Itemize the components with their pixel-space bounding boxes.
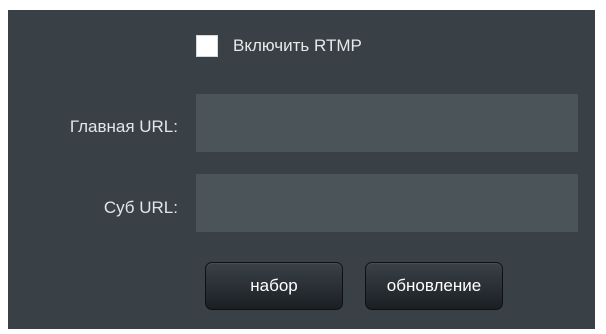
enable-rtmp-checkbox[interactable] <box>196 35 218 57</box>
set-button[interactable]: набор <box>205 262 343 310</box>
sub-url-input[interactable] <box>196 174 578 232</box>
main-url-label: Главная URL: <box>69 117 178 136</box>
sub-url-label: Суб URL: <box>103 198 178 217</box>
main-url-input[interactable] <box>196 94 578 152</box>
enable-rtmp-row: Включить RTMP <box>196 34 362 58</box>
enable-rtmp-label: Включить RTMP <box>233 36 362 55</box>
rtmp-settings-panel: Включить RTMP Главная URL: Суб URL: набо… <box>8 10 595 329</box>
update-button[interactable]: обновление <box>365 262 503 310</box>
